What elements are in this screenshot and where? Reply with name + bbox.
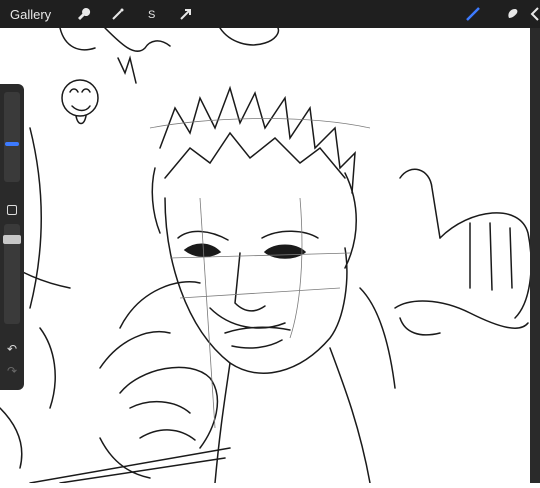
drawing-canvas[interactable] (0, 27, 532, 484)
magic-wand-icon[interactable] (107, 3, 129, 25)
smudge-icon[interactable] (502, 3, 524, 25)
svg-text:S: S (148, 9, 155, 21)
undo-icon[interactable]: ↶ (4, 342, 20, 356)
chevron-left-icon[interactable] (530, 3, 540, 25)
modify-button[interactable] (7, 205, 17, 215)
opacity-handle[interactable] (3, 235, 21, 244)
selection-s-icon[interactable]: S (141, 3, 163, 25)
top-toolbar: Gallery S (0, 0, 540, 28)
sidebar: ↶ ↷ (0, 84, 24, 390)
sketch-artwork (0, 27, 532, 484)
brush-size-slider[interactable] (4, 92, 20, 182)
gallery-button[interactable]: Gallery (10, 7, 51, 22)
redo-icon[interactable]: ↷ (4, 364, 20, 378)
arrow-transform-icon[interactable] (175, 3, 197, 25)
right-tools (444, 0, 540, 28)
brush-icon[interactable] (462, 3, 484, 25)
wrench-icon[interactable] (73, 3, 95, 25)
canvas-right-edge (530, 28, 540, 483)
brush-size-handle[interactable] (5, 142, 19, 146)
